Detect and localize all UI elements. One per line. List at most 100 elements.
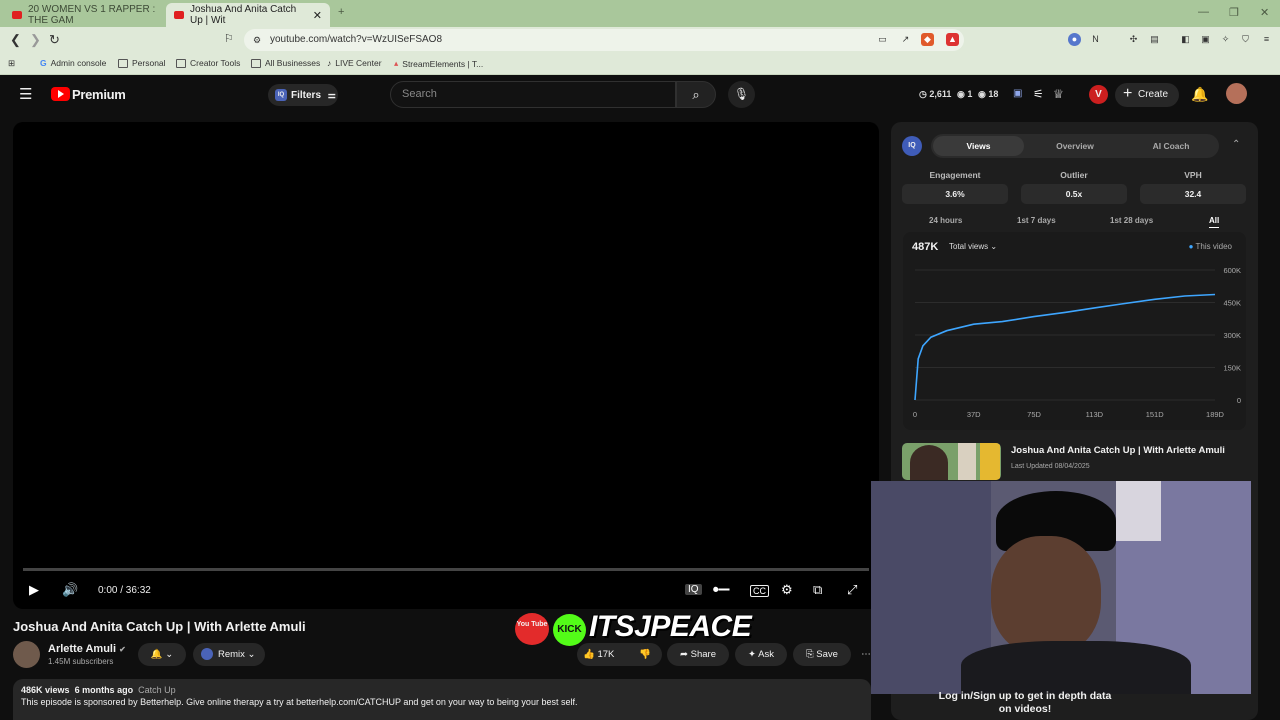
bookmarks-bar: ⊞ G Admin console Personal Creator Tools …: [0, 54, 1280, 75]
range-28d[interactable]: 1st 28 days: [1110, 216, 1153, 225]
rewards-icon[interactable]: ▲: [946, 33, 959, 46]
bookmark-all-businesses[interactable]: All Businesses: [251, 58, 320, 68]
forward-icon[interactable]: ❯: [30, 32, 41, 48]
youtube-logo-icon[interactable]: [51, 87, 70, 101]
x-tick-label: 37D: [967, 410, 981, 419]
bookmark-creator-tools[interactable]: Creator Tools: [176, 58, 240, 68]
collapse-chevron-icon[interactable]: ⌃: [1232, 139, 1240, 150]
metric-value: 32.4: [1140, 184, 1246, 204]
youtube-premium-logo[interactable]: Premium: [72, 87, 126, 102]
video-meta: 486K views 6 months ago Catch Up: [21, 685, 176, 695]
back-icon[interactable]: ❮: [10, 32, 21, 48]
bookmark-streamelements[interactable]: ▴ StreamElements | T...: [394, 58, 483, 69]
notion-extension-icon[interactable]: N: [1089, 33, 1102, 46]
share-button[interactable]: ➦ Share: [667, 643, 729, 666]
eye-icon: ◉: [978, 89, 989, 99]
hamburger-menu-icon[interactable]: ☰: [19, 85, 32, 103]
related-thumbnail[interactable]: [902, 443, 1001, 480]
sort-icon[interactable]: ⚟: [1033, 87, 1044, 101]
reading-list-icon[interactable]: ▤: [1148, 33, 1161, 46]
browser-tab[interactable]: 20 WOMEN VS 1 RAPPER : THE GAM: [4, 3, 164, 27]
site-info-icon[interactable]: ⚙: [253, 29, 261, 51]
window-close-icon[interactable]: ✕: [1260, 6, 1269, 19]
wallet-icon[interactable]: ▣: [1199, 33, 1212, 46]
tab-overview[interactable]: Overview: [1027, 134, 1123, 158]
play-icon[interactable]: ▶: [29, 582, 39, 598]
vidiq-extension-icon[interactable]: ▣: [1013, 88, 1022, 99]
bookmark-icon[interactable]: ⚐: [224, 32, 234, 45]
y-tick-label: 150K: [1223, 364, 1241, 373]
vidiq-player-icon[interactable]: IQ: [685, 584, 702, 595]
volume-icon[interactable]: 🔊: [62, 582, 78, 598]
login-prompt[interactable]: Log in/Sign up to get in depth data on v…: [935, 690, 1115, 716]
sidebar-icon[interactable]: ◧: [1179, 33, 1192, 46]
channel-name[interactable]: Arlette Amuli ✔: [48, 643, 126, 655]
apps-grid-icon[interactable]: ⊞: [8, 58, 15, 69]
url-field[interactable]: ⚙ youtube.com/watch?v=WzUISeFSAO8: [244, 29, 964, 51]
dislike-button[interactable]: 👎: [639, 643, 651, 666]
time-display: 0:00 / 36:32: [98, 585, 151, 596]
tiktok-icon: ♪: [327, 58, 332, 68]
extension-icon[interactable]: ●: [1068, 33, 1081, 46]
minimize-icon[interactable]: —: [1198, 6, 1209, 18]
url-text: youtube.com/watch?v=WzUISeFSAO8: [270, 34, 443, 45]
channel-avatar[interactable]: [13, 641, 40, 668]
notifications-bell-icon[interactable]: 🔔: [1191, 86, 1208, 103]
cast-icon[interactable]: ▭: [876, 33, 889, 46]
range-7d[interactable]: 1st 7 days: [1017, 216, 1056, 225]
thumbnail-panel: [980, 443, 1000, 480]
panel-tabs: Views Overview AI Coach: [931, 134, 1219, 158]
bookmark-personal[interactable]: Personal: [118, 58, 166, 68]
views-line-chart: 600K 450K 300K 150K 0 0 37D 75D 113D 151D 189D: [913, 266, 1241, 419]
browser-tab-active[interactable]: Joshua And Anita Catch Up | Wit ✕: [166, 3, 330, 27]
close-tab-icon[interactable]: ✕: [313, 9, 322, 22]
puzzle-icon[interactable]: ✣: [1127, 33, 1140, 46]
y-tick-label: 450K: [1223, 299, 1241, 308]
save-button[interactable]: ⎘ Save: [793, 643, 851, 666]
y-tick-label: 300K: [1223, 331, 1241, 340]
fullscreen-icon[interactable]: ⤢: [847, 582, 857, 598]
related-title[interactable]: Joshua And Anita Catch Up | With Arlette…: [1011, 445, 1225, 456]
settings-gear-icon[interactable]: ⚙: [781, 582, 793, 598]
tab-views[interactable]: Views: [933, 136, 1024, 156]
y-tick-label: 600K: [1223, 266, 1241, 275]
leo-icon[interactable]: ✧: [1219, 33, 1232, 46]
progress-bar[interactable]: [23, 568, 869, 571]
new-tab-icon[interactable]: +: [338, 6, 344, 18]
restore-icon[interactable]: ❐: [1229, 6, 1239, 19]
autoplay-toggle[interactable]: ⏺━: [713, 584, 730, 597]
captions-icon[interactable]: CC: [750, 585, 769, 597]
save-icon: ⎘: [806, 649, 817, 660]
description-box[interactable]: 486K views 6 months ago Catch Up This ep…: [13, 679, 871, 720]
viewers-stat: ◉ 1: [957, 89, 973, 99]
account-avatar[interactable]: [1226, 83, 1247, 104]
trophy-icon[interactable]: ♕: [1053, 87, 1064, 101]
verified-icon: ✔: [119, 645, 126, 654]
voice-search-button[interactable]: 🎙: [728, 81, 755, 108]
reload-icon[interactable]: ↻: [49, 32, 60, 48]
brave-shield-icon[interactable]: ◆: [921, 33, 934, 46]
search-input[interactable]: Search: [390, 81, 676, 108]
streamelements-icon: ▴: [394, 58, 399, 68]
bookmark-admin-console[interactable]: G Admin console: [40, 58, 106, 68]
like-button[interactable]: 👍 17K: [583, 649, 614, 660]
remix-button[interactable]: Remix ⌄: [193, 643, 265, 666]
search-button[interactable]: ⌕: [676, 81, 716, 108]
v-badge-icon[interactable]: V: [1089, 85, 1108, 104]
subscribe-bell-button[interactable]: 🔔 ⌄: [138, 643, 186, 666]
vpn-icon[interactable]: ⛉: [1239, 33, 1252, 46]
y-tick-label: 0: [1237, 396, 1241, 405]
video-player[interactable]: ▶ 🔊 0:00 / 36:32 IQ ⏺━ CC ⚙ ⧉ ⤢: [13, 122, 879, 609]
filters-button[interactable]: IQ Filters ⚌: [268, 84, 338, 106]
miniplayer-icon[interactable]: ⧉: [813, 582, 822, 598]
tab-ai-coach[interactable]: AI Coach: [1123, 134, 1219, 158]
watchers-stat: ◉ 18: [978, 89, 999, 99]
range-24h[interactable]: 24 hours: [929, 216, 962, 225]
ask-button[interactable]: ✦ Ask: [735, 643, 787, 666]
meta-tag[interactable]: Catch Up: [138, 685, 176, 695]
menu-icon[interactable]: ≡: [1260, 33, 1273, 46]
bookmark-live-center[interactable]: ♪ LIVE Center: [327, 58, 382, 68]
share-page-icon[interactable]: ↗: [899, 33, 912, 46]
range-all[interactable]: All: [1209, 216, 1220, 228]
create-button[interactable]: Create: [1115, 82, 1179, 107]
